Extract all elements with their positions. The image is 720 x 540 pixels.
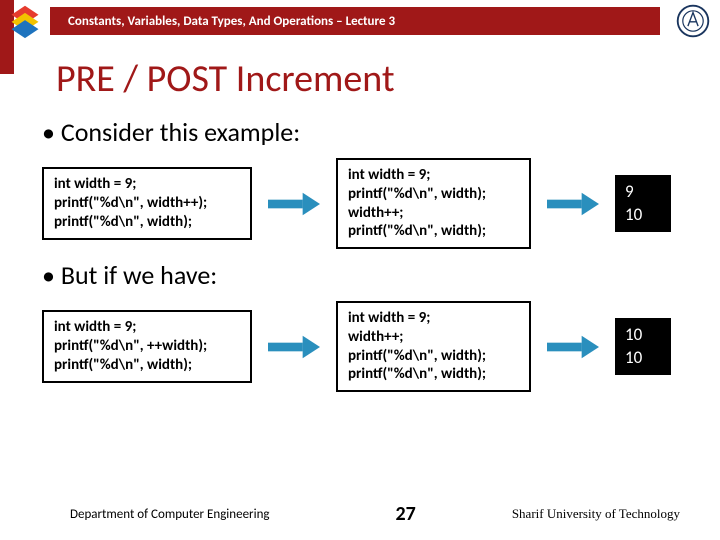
arrow-right-icon bbox=[268, 333, 320, 361]
slide-body: • Consider this example: int width = 9; … bbox=[0, 116, 720, 392]
bullet-but-if: • But if we have: bbox=[42, 259, 684, 291]
header-bar: Constants, Variables, Data Types, And Op… bbox=[50, 7, 660, 35]
department-label: Department of Computer Engineering bbox=[70, 507, 270, 522]
output-pre: 10 10 bbox=[615, 318, 671, 374]
code-pre-increment: int width = 9; printf("%d\n", ++width); … bbox=[42, 310, 252, 382]
example-row-1: int width = 9; printf("%d\n", width++); … bbox=[42, 158, 684, 249]
code-pre-expanded: int width = 9; width++; printf("%d\n", w… bbox=[336, 301, 531, 392]
page-number: 27 bbox=[366, 502, 416, 526]
slide-header: Constants, Variables, Data Types, And Op… bbox=[0, 0, 720, 42]
example-row-2: int width = 9; printf("%d\n", ++width); … bbox=[42, 301, 684, 392]
arrow-right-icon bbox=[547, 333, 599, 361]
code-post-expanded: int width = 9; printf("%d\n", width); wi… bbox=[336, 158, 531, 249]
slide-footer: Department of Computer Engineering 27 Sh… bbox=[0, 502, 720, 526]
university-label: Sharif University of Technology bbox=[512, 506, 680, 522]
page-title: PRE / POST Increment bbox=[0, 42, 720, 110]
arrow-right-icon bbox=[547, 190, 599, 218]
university-logo-icon bbox=[676, 4, 710, 38]
code-post-increment: int width = 9; printf("%d\n", width++); … bbox=[42, 167, 252, 239]
course-logo-icon bbox=[0, 0, 50, 42]
lecture-title: Constants, Variables, Data Types, And Op… bbox=[68, 14, 395, 29]
arrow-right-icon bbox=[268, 190, 320, 218]
output-post: 9 10 bbox=[615, 175, 671, 231]
bullet-consider: • Consider this example: bbox=[42, 116, 684, 148]
